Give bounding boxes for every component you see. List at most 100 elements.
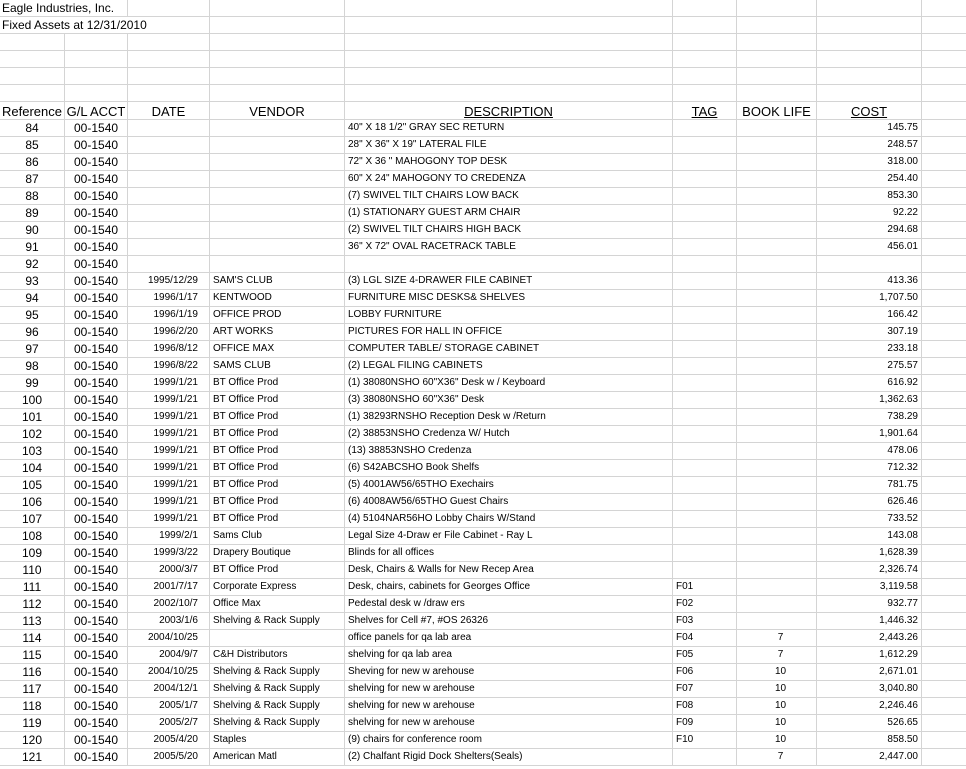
empty-cell[interactable] [345, 34, 673, 51]
tag-cell[interactable] [673, 409, 737, 426]
gl-acct-cell[interactable]: 00-1540 [65, 613, 128, 630]
empty-cell[interactable] [817, 0, 922, 17]
book-life-cell[interactable] [737, 579, 817, 596]
empty-cell[interactable] [922, 579, 966, 596]
cost-cell[interactable]: 254.40 [817, 171, 922, 188]
empty-cell[interactable] [673, 51, 737, 68]
empty-cell[interactable] [210, 0, 345, 17]
cost-cell[interactable]: 413.36 [817, 273, 922, 290]
tag-cell[interactable] [673, 749, 737, 766]
company-name[interactable]: Eagle Industries, Inc. [0, 0, 128, 17]
description-cell[interactable]: Shelves for Cell #7, #OS 26326 [345, 613, 673, 630]
reference-cell[interactable]: 107 [0, 511, 65, 528]
description-cell[interactable]: PICTURES FOR HALL IN OFFICE [345, 324, 673, 341]
tag-cell[interactable] [673, 528, 737, 545]
gl-acct-cell[interactable]: 00-1540 [65, 307, 128, 324]
reference-cell[interactable]: 117 [0, 681, 65, 698]
book-life-cell[interactable] [737, 222, 817, 239]
empty-cell[interactable] [922, 545, 966, 562]
reference-cell[interactable]: 121 [0, 749, 65, 766]
empty-cell[interactable] [922, 324, 966, 341]
date-cell[interactable]: 2002/10/7 [128, 596, 210, 613]
gl-acct-cell[interactable]: 00-1540 [65, 409, 128, 426]
description-cell[interactable]: 72" X 36 " MAHOGONY TOP DESK [345, 154, 673, 171]
tag-cell[interactable] [673, 239, 737, 256]
book-life-cell[interactable] [737, 477, 817, 494]
header-description[interactable]: DESCRIPTION [345, 102, 673, 120]
tag-cell[interactable]: F10 [673, 732, 737, 749]
vendor-cell[interactable] [210, 256, 345, 273]
description-cell[interactable]: (1) 38293RNSHO Reception Desk w /Return [345, 409, 673, 426]
vendor-cell[interactable]: Corporate Express [210, 579, 345, 596]
description-cell[interactable]: office panels for qa lab area [345, 630, 673, 647]
tag-cell[interactable] [673, 120, 737, 137]
description-cell[interactable]: (6) S42ABCSHO Book Shelfs [345, 460, 673, 477]
empty-cell[interactable] [922, 715, 966, 732]
description-cell[interactable]: Legal Size 4-Draw er File Cabinet - Ray … [345, 528, 673, 545]
gl-acct-cell[interactable]: 00-1540 [65, 579, 128, 596]
date-cell[interactable]: 2004/12/1 [128, 681, 210, 698]
empty-cell[interactable] [0, 34, 65, 51]
empty-cell[interactable] [922, 341, 966, 358]
description-cell[interactable]: (7) SWIVEL TILT CHAIRS LOW BACK [345, 188, 673, 205]
reference-cell[interactable]: 94 [0, 290, 65, 307]
gl-acct-cell[interactable]: 00-1540 [65, 477, 128, 494]
gl-acct-cell[interactable]: 00-1540 [65, 630, 128, 647]
reference-cell[interactable]: 113 [0, 613, 65, 630]
vendor-cell[interactable]: BT Office Prod [210, 511, 345, 528]
description-cell[interactable]: (3) LGL SIZE 4-DRAWER FILE CABINET [345, 273, 673, 290]
empty-cell[interactable] [922, 205, 966, 222]
book-life-cell[interactable] [737, 528, 817, 545]
empty-cell[interactable] [128, 68, 210, 85]
date-cell[interactable]: 1996/8/12 [128, 341, 210, 358]
reference-cell[interactable]: 104 [0, 460, 65, 477]
gl-acct-cell[interactable]: 00-1540 [65, 171, 128, 188]
description-cell[interactable]: (13) 38853NSHO Credenza [345, 443, 673, 460]
tag-cell[interactable]: F04 [673, 630, 737, 647]
reference-cell[interactable]: 92 [0, 256, 65, 273]
vendor-cell[interactable] [210, 205, 345, 222]
date-cell[interactable]: 2004/10/25 [128, 630, 210, 647]
gl-acct-cell[interactable]: 00-1540 [65, 443, 128, 460]
description-cell[interactable]: Desk, Chairs & Walls for New Recep Area [345, 562, 673, 579]
vendor-cell[interactable] [210, 630, 345, 647]
reference-cell[interactable]: 116 [0, 664, 65, 681]
gl-acct-cell[interactable]: 00-1540 [65, 222, 128, 239]
empty-cell[interactable] [737, 17, 817, 34]
gl-acct-cell[interactable]: 00-1540 [65, 358, 128, 375]
empty-cell[interactable] [737, 68, 817, 85]
date-cell[interactable] [128, 120, 210, 137]
cost-cell[interactable]: 526.65 [817, 715, 922, 732]
reference-cell[interactable]: 85 [0, 137, 65, 154]
empty-cell[interactable] [673, 34, 737, 51]
empty-cell[interactable] [0, 85, 65, 102]
cost-cell[interactable]: 932.77 [817, 596, 922, 613]
cost-cell[interactable]: 1,707.50 [817, 290, 922, 307]
cost-cell[interactable]: 1,446.32 [817, 613, 922, 630]
reference-cell[interactable]: 115 [0, 647, 65, 664]
description-cell[interactable]: (4) 5104NAR56HO Lobby Chairs W/Stand [345, 511, 673, 528]
empty-cell[interactable] [922, 68, 966, 85]
header-book-life[interactable]: BOOK LIFE [737, 102, 817, 120]
cost-cell[interactable]: 275.57 [817, 358, 922, 375]
date-cell[interactable]: 1999/1/21 [128, 477, 210, 494]
header-date[interactable]: DATE [128, 102, 210, 120]
description-cell[interactable]: Pedestal desk w /draw ers [345, 596, 673, 613]
tag-cell[interactable] [673, 358, 737, 375]
tag-cell[interactable] [673, 222, 737, 239]
gl-acct-cell[interactable]: 00-1540 [65, 375, 128, 392]
vendor-cell[interactable]: BT Office Prod [210, 460, 345, 477]
book-life-cell[interactable] [737, 426, 817, 443]
empty-cell[interactable] [922, 647, 966, 664]
cost-cell[interactable]: 166.42 [817, 307, 922, 324]
book-life-cell[interactable] [737, 443, 817, 460]
book-life-cell[interactable]: 10 [737, 698, 817, 715]
cost-cell[interactable]: 456.01 [817, 239, 922, 256]
date-cell[interactable]: 1999/1/21 [128, 443, 210, 460]
book-life-cell[interactable]: 10 [737, 681, 817, 698]
gl-acct-cell[interactable]: 00-1540 [65, 698, 128, 715]
empty-cell[interactable] [817, 85, 922, 102]
empty-cell[interactable] [737, 85, 817, 102]
reference-cell[interactable]: 111 [0, 579, 65, 596]
sheet-title[interactable]: Fixed Assets at 12/31/2010 [0, 17, 210, 34]
